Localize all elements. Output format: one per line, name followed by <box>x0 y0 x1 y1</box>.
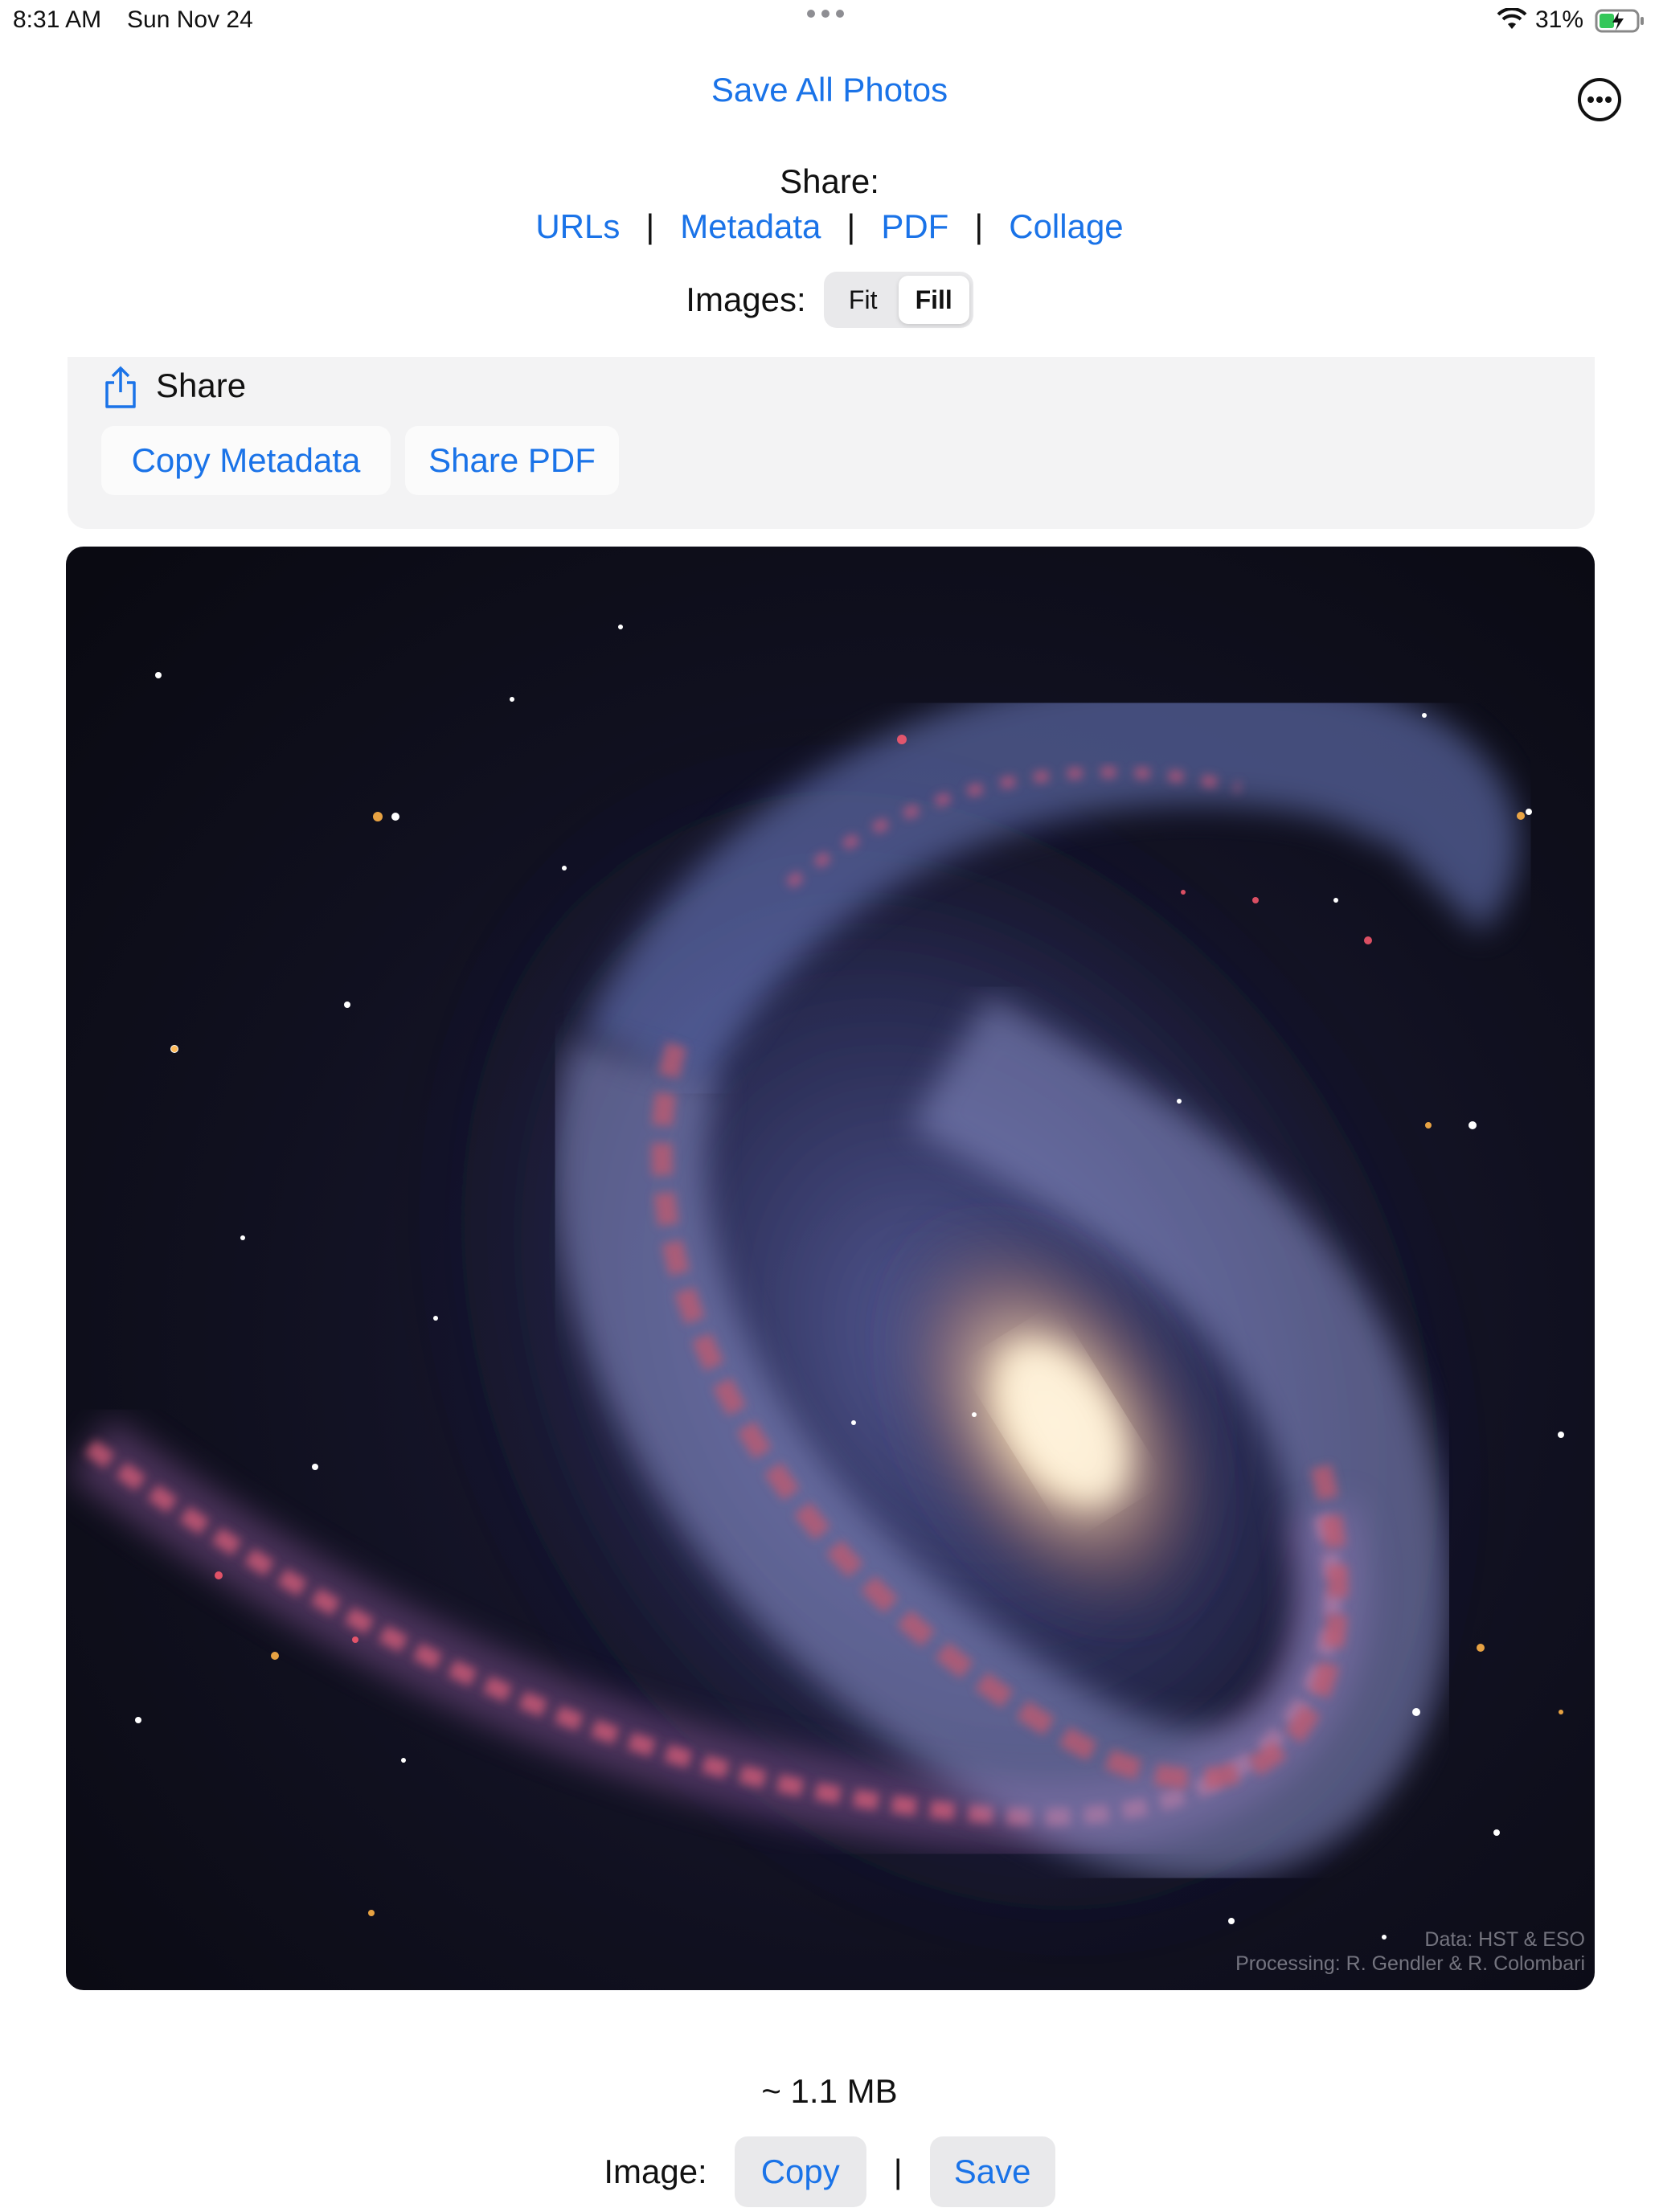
save-image-button[interactable]: Save <box>929 2136 1055 2207</box>
credit-line-1: Data: HST & ESO <box>1424 1928 1585 1951</box>
battery-percent: 31% <box>1535 6 1584 33</box>
file-size: ~ 1.1 MB <box>761 2072 898 2110</box>
share-label: Share: <box>780 162 879 200</box>
wifi-icon <box>1497 8 1527 29</box>
share-panel-title[interactable]: Share <box>156 367 246 405</box>
image-actions-row: Image: Copy | Save <box>0 2136 1659 2207</box>
ellipsis-circle-icon[interactable] <box>1577 77 1622 122</box>
multitasking-dots-icon[interactable] <box>807 10 844 18</box>
separator: | <box>893 2153 903 2190</box>
share-icon[interactable] <box>103 365 138 410</box>
share-pdf-link[interactable]: PDF <box>881 207 948 246</box>
galaxy-photo[interactable]: Data: HST & ESO Processing: R. Gendler &… <box>66 547 1595 1990</box>
photo-credit: Data: HST & ESO Processing: R. Gendler &… <box>1235 1927 1585 1976</box>
share-collage-link[interactable]: Collage <box>1009 207 1123 246</box>
share-metadata-link[interactable]: Metadata <box>680 207 821 246</box>
save-all-photos-button[interactable]: Save All Photos <box>0 71 1659 109</box>
share-panel: Share Copy Metadata Share PDF <box>68 357 1595 529</box>
battery-charging-icon <box>1595 9 1644 33</box>
separator: | <box>974 207 984 245</box>
separator: | <box>645 207 655 245</box>
images-mode-row: Images: Fit Fill <box>0 272 1659 328</box>
share-urls-link[interactable]: URLs <box>535 207 620 246</box>
status-date: Sun Nov 24 <box>127 6 253 33</box>
copy-image-button[interactable]: Copy <box>734 2136 866 2207</box>
share-links: URLs | Metadata | PDF | Collage <box>0 207 1659 246</box>
share-pdf-button[interactable]: Share PDF <box>405 426 619 495</box>
status-bar: 8:31 AM Sun Nov 24 31% <box>0 0 1659 42</box>
separator: | <box>846 207 856 245</box>
status-time: 8:31 AM <box>13 6 102 33</box>
galaxy-image <box>66 547 1595 1990</box>
images-mode-segmented-control: Fit Fill <box>823 272 973 328</box>
image-label: Image: <box>604 2153 707 2190</box>
credit-line-2: Processing: R. Gendler & R. Colombari <box>1235 1952 1585 1975</box>
copy-metadata-button[interactable]: Copy Metadata <box>101 426 391 495</box>
images-mode-label: Images: <box>686 281 806 318</box>
segment-fill[interactable]: Fill <box>898 276 969 324</box>
segment-fit[interactable]: Fit <box>828 276 899 324</box>
